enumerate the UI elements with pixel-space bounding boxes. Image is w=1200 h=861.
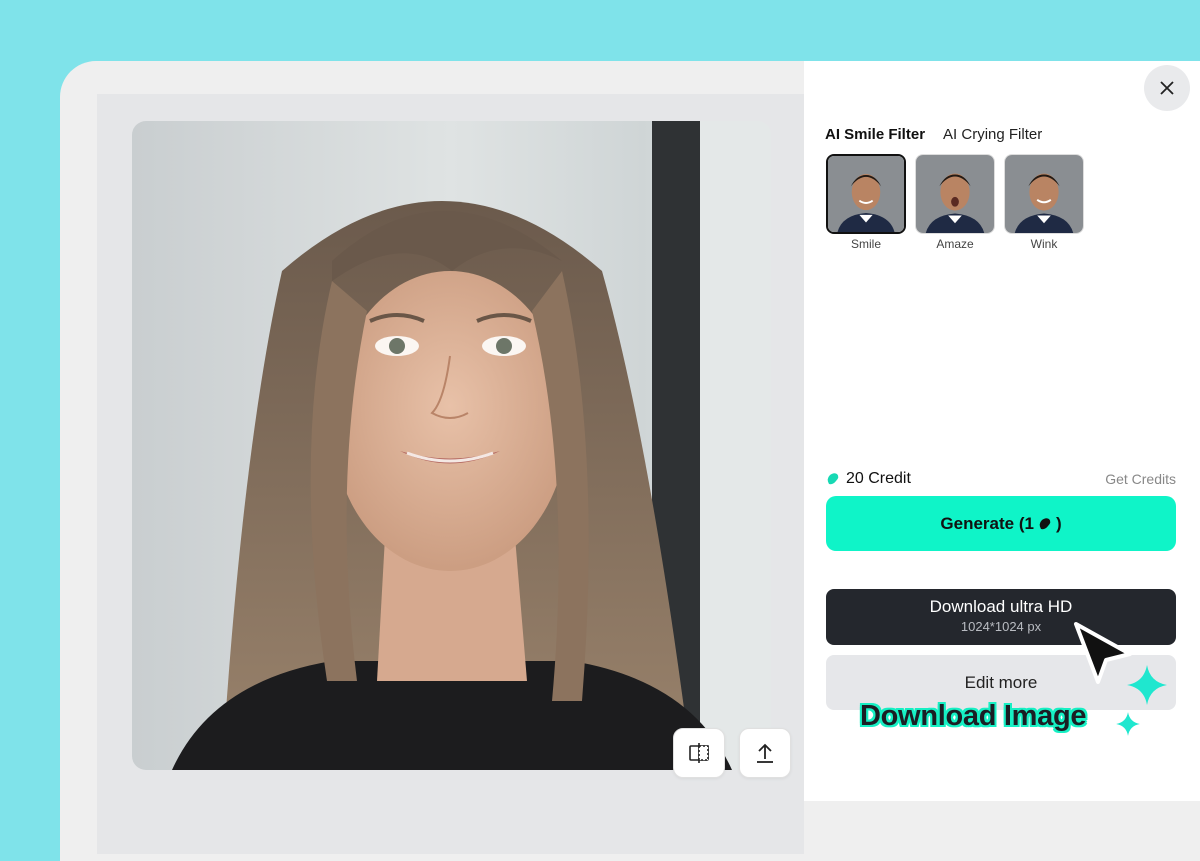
filter-wink-thumbnail [1004, 154, 1084, 234]
credit-balance: 20 Credit [826, 470, 911, 488]
share-button[interactable] [739, 728, 791, 778]
tab-ai-smile-filter[interactable]: AI Smile Filter [825, 126, 925, 143]
compare-button[interactable] [673, 728, 725, 778]
tab-ai-crying-filter[interactable]: AI Crying Filter [943, 126, 1042, 143]
download-image-callout: Download Image [860, 700, 1087, 732]
edit-more-label: Edit more [964, 672, 1038, 692]
download-label: Download ultra HD [929, 597, 1073, 616]
filter-amaze-thumbnail [915, 154, 995, 234]
close-button[interactable] [1144, 65, 1190, 111]
filter-wink-label: Wink [1030, 237, 1058, 251]
close-icon [1160, 81, 1174, 95]
credit-bean-icon [1039, 517, 1051, 529]
filter-wink[interactable]: Wink [1004, 154, 1084, 251]
compare-icon [689, 743, 709, 763]
sparkle-icon [1116, 712, 1140, 736]
sparkle-icon [1127, 665, 1167, 705]
credit-bean-icon [827, 473, 839, 485]
filter-smile-thumbnail [826, 154, 906, 234]
share-icon [757, 743, 773, 763]
result-photo [132, 121, 771, 770]
filter-smile[interactable]: Smile [826, 154, 906, 251]
generate-button[interactable]: Generate (1 ) [826, 496, 1176, 551]
credit-row: 20 Credit Get Credits [826, 470, 1176, 488]
filter-amaze[interactable]: Amaze [915, 154, 995, 251]
credit-count: 20 Credit [846, 470, 911, 487]
editor-window: AI Smile Filter AI Crying Filter Smile A… [60, 61, 1200, 861]
get-credits-link[interactable]: Get Credits [1105, 471, 1176, 487]
filter-smile-label: Smile [850, 237, 881, 251]
filter-amaze-label: Amaze [936, 237, 974, 251]
filter-thumbnails: Smile Amaze Wink [826, 154, 1084, 251]
generate-label: Generate (1 [940, 513, 1034, 533]
filter-tabs: AI Smile Filter AI Crying Filter [825, 126, 1042, 143]
canvas-area [97, 94, 804, 854]
generate-label-suffix: ) [1055, 513, 1062, 533]
